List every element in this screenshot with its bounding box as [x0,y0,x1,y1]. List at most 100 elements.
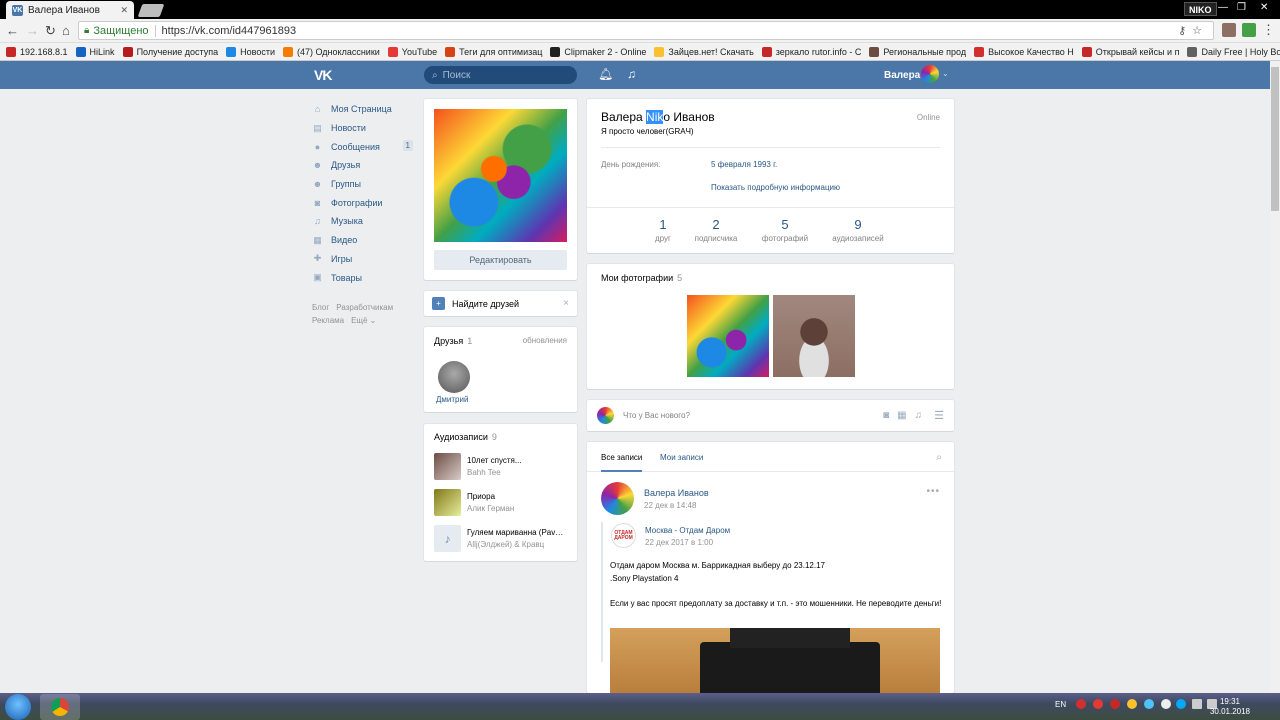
back-icon[interactable]: ← [6,23,19,38]
search-icon[interactable]: ⌕ [936,452,942,463]
header-avatar[interactable] [921,65,939,83]
photos-title[interactable]: Мои фотографии 5 [601,273,682,283]
extension-icon[interactable] [1242,23,1256,37]
track-artist[interactable]: Bahh Tee [467,468,501,477]
edit-profile-button[interactable]: Редактировать [434,250,567,270]
sidebar-item[interactable]: ⌂ Моя Страница [312,100,417,119]
photo-thumbnail[interactable] [687,295,769,377]
friend-avatar[interactable] [438,361,470,393]
counter-friends[interactable]: 1 друг [645,217,681,243]
bookmark-item[interactable]: Теги для оптимизац [445,46,542,57]
bookmark-item[interactable]: Clipmaker 2 - Online [550,46,646,57]
bookmark-item[interactable]: Зайцев.нет! Скачать [654,46,754,57]
close-icon[interactable]: × [563,298,569,309]
bookmark-item[interactable]: зеркало rutor.info - С [761,46,861,57]
track-artist[interactable]: Алик Герман [467,504,514,513]
find-friends-card[interactable]: + Найдите друзей × [424,291,577,316]
vk-logo[interactable]: VK [314,67,332,83]
camera-attach-icon[interactable]: ◙ [883,410,889,421]
profile-photo[interactable] [434,109,567,242]
post-author[interactable]: Валера Иванов [644,488,709,498]
audio-track[interactable]: Приора Алик Герман [434,489,579,517]
home-browser-icon[interactable]: ⌂ [62,23,70,38]
tray-icon[interactable] [1076,699,1086,709]
new-tab-button[interactable] [137,4,165,17]
friend-name[interactable]: Дмитрий [436,395,468,404]
sidebar-item[interactable]: ☻ Друзья [312,156,417,175]
bookmark-item[interactable]: YouTube [387,46,437,57]
find-friends-label[interactable]: Найдите друзей [452,299,519,309]
bookmark-star-icon[interactable]: ⚷☆ [1178,24,1208,37]
bookmark-item[interactable]: (47) Одноклассники [283,46,380,57]
sidebar-item[interactable]: ▣ Товары [312,268,417,287]
friends-updates-link[interactable]: обновления [523,336,567,345]
show-more-info-link[interactable]: Показать подробную информацию [711,183,840,192]
birthday-value[interactable]: 5 февраля 1993 г. [711,160,777,169]
bookmark-item[interactable]: Открывай кейсы и п [1081,46,1179,57]
footer-link-more[interactable]: Ещё ⌄ [351,316,376,325]
sidebar-item[interactable]: ♫ Музыка [312,212,417,231]
repost-date[interactable]: 22 дек 2017 в 1:00 [645,538,713,547]
start-button[interactable] [5,694,31,720]
sidebar-item[interactable]: ● Сообщения 1 [312,137,417,156]
music-header-icon[interactable]: ♫ [627,67,636,81]
tab-all-posts[interactable]: Все записи [601,453,643,472]
reload-icon[interactable]: ↻ [45,23,56,39]
sidebar-item[interactable]: ✚ Игры [312,250,417,269]
menu-icon[interactable]: ⋮ [1262,22,1275,38]
post-image[interactable] [610,628,940,693]
bookmark-item[interactable]: HiLink [75,46,115,57]
counter-photos[interactable]: 5 фотографий [759,217,811,243]
tray-icon[interactable] [1144,699,1154,709]
counter-followers[interactable]: 2 подписчика [690,217,742,243]
bookmark-item[interactable]: Новости [226,46,275,57]
profile-chip[interactable]: NIKO [1184,2,1217,16]
new-post-box[interactable]: Что у Вас нового? ◙ ▦ ♫ ☰ [587,400,954,431]
sidebar-item[interactable]: ▤ Новости [312,119,417,138]
footer-link-ads[interactable]: Реклама [312,316,344,325]
tray-icon[interactable] [1176,699,1186,709]
taskbar-chrome[interactable] [40,694,80,720]
tray-icon[interactable] [1127,699,1137,709]
track-artist[interactable]: Allj(Элджей) & Кравц [467,540,544,549]
bookmark-item[interactable]: Получение доступа [122,46,218,57]
header-user-name[interactable]: Валера [884,70,920,81]
music-attach-icon[interactable]: ♫ [915,410,923,421]
close-window-icon[interactable]: ✕ [1260,2,1268,13]
footer-link-dev[interactable]: Разработчикам [336,303,393,312]
extension-icon[interactable] [1222,23,1236,37]
address-bar[interactable]: 🔒︎ Защищено https://vk.com/id447961893 ⚷… [78,21,1214,40]
sidebar-item[interactable]: ◙ Фотографии [312,193,417,212]
tray-icon[interactable] [1093,699,1103,709]
tray-icon[interactable] [1110,699,1120,709]
post-date[interactable]: 22 дек в 14:48 [644,501,696,510]
search-input[interactable]: ⌕ Поиск [424,66,577,84]
counter-audio[interactable]: 9 аудиозаписей [827,217,889,243]
url-text[interactable]: https://vk.com/id447961893 [162,25,297,37]
bell-icon[interactable]: 🔔︎ [598,67,613,81]
post-placeholder[interactable]: Что у Вас нового? [623,411,690,420]
sidebar-item[interactable]: ▦ Видео [312,231,417,250]
tray-icon[interactable] [1161,699,1171,709]
bookmark-item[interactable]: Высокое Качество Н [974,46,1074,57]
bookmark-item[interactable]: Daily Free | Holy Boo [1187,46,1280,57]
page-scrollbar[interactable] [1270,61,1280,693]
speaker-icon[interactable] [1192,699,1202,709]
video-attach-icon[interactable]: ▦ [897,410,906,421]
forward-icon[interactable]: → [26,23,39,38]
profile-status[interactable]: Я просто человег(GRAЧ) [601,127,694,136]
bookmark-item[interactable]: Региональные прод [869,46,966,57]
maximize-icon[interactable]: ❐ [1237,2,1246,13]
tab-my-posts[interactable]: Мои записи [660,453,703,462]
language-indicator[interactable]: EN [1055,700,1066,709]
post-author-avatar[interactable] [601,482,634,515]
minimize-icon[interactable]: — [1218,2,1228,13]
close-tab-icon[interactable]: ✕ [120,5,128,16]
sidebar-item[interactable]: ☻ Группы [312,175,417,194]
friends-title[interactable]: Друзья 1 [434,336,472,346]
text-format-icon[interactable]: ☰ [934,409,944,422]
audio-track[interactable]: 10лет спустя... Bahh Tee [434,453,579,481]
scrollbar-thumb[interactable] [1271,67,1279,211]
bookmark-item[interactable]: 192.168.8.1 [6,46,68,57]
footer-link-blog[interactable]: Блог [312,303,329,312]
